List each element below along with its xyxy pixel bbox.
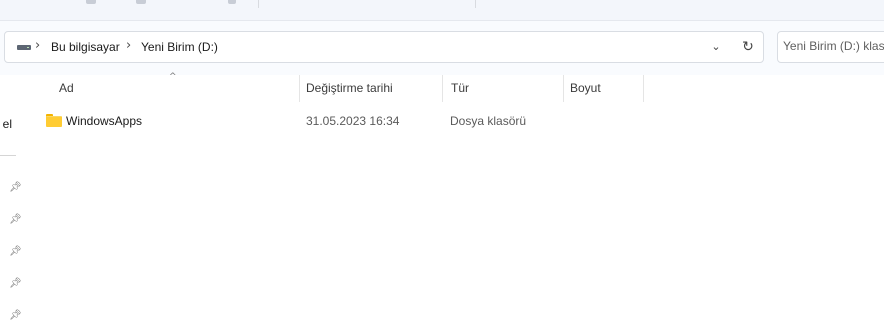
column-header-type[interactable]: Tür (445, 75, 563, 102)
command-bar (0, 0, 884, 21)
chevron-right-icon[interactable]: › (35, 38, 40, 53)
search-box[interactable] (777, 31, 884, 63)
column-divider[interactable] (643, 75, 644, 102)
column-header-name[interactable]: Ad (53, 75, 299, 102)
address-bar[interactable]: › Bu bilgisayar › Yeni Birim (D:) ⌄ ↻ (4, 31, 764, 63)
breadcrumb-drive-d[interactable]: Yeni Birim (D:) (141, 40, 218, 54)
file-modified: 31.05.2023 16:34 (306, 114, 400, 128)
toolbar-button-edge[interactable] (86, 0, 96, 4)
toolbar-button-edge[interactable] (136, 0, 146, 4)
column-header-modified[interactable]: Değiştirme tarihi (300, 75, 442, 102)
toolbar-separator (258, 0, 259, 8)
pin-icon[interactable]: 📌︎ (9, 279, 22, 289)
toolbar-separator (475, 0, 476, 8)
folder-icon (46, 114, 62, 127)
toolbar-button-edge[interactable] (228, 0, 236, 4)
refresh-icon[interactable]: ↻ (737, 36, 759, 58)
file-row[interactable]: WindowsApps 31.05.2023 16:34 Dosya klasö… (27, 109, 884, 133)
pin-icon[interactable]: 📌︎ (9, 183, 22, 193)
chevron-right-icon[interactable]: › (126, 38, 131, 53)
file-name[interactable]: WindowsApps (66, 114, 142, 128)
nav-item-label[interactable]: el (0, 117, 12, 131)
file-type: Dosya klasörü (450, 114, 527, 128)
drive-icon (17, 45, 31, 50)
column-header-size[interactable]: Boyut (564, 75, 643, 102)
breadcrumb-this-pc[interactable]: Bu bilgisayar (51, 40, 120, 54)
navigation-bar: › Bu bilgisayar › Yeni Birim (D:) ⌄ ↻ (0, 21, 884, 75)
pin-icon[interactable]: 📌︎ (9, 247, 22, 257)
nav-divider (0, 155, 16, 156)
search-input[interactable] (783, 39, 884, 53)
chevron-down-icon[interactable]: ⌄ (707, 37, 725, 57)
column-divider[interactable] (442, 75, 443, 102)
navigation-pane: el 📌︎ 📌︎ 📌︎ 📌︎ 📌︎ (0, 75, 27, 321)
pin-icon[interactable]: 📌︎ (9, 215, 22, 225)
